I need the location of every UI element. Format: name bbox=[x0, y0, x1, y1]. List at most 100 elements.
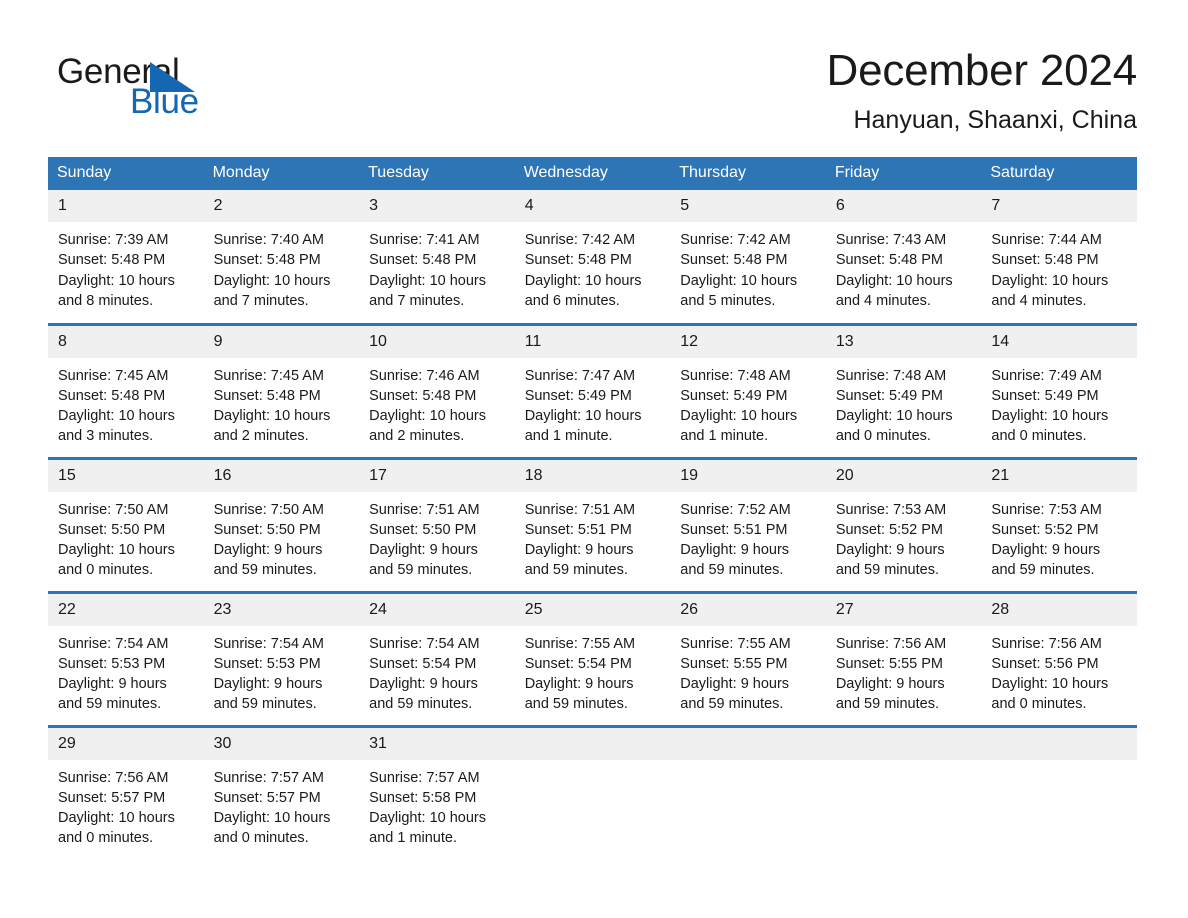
day-cell[interactable]: 20 Sunrise: 7:53 AM Sunset: 5:52 PM Dayligh… bbox=[825, 456, 982, 592]
daylight-text-line1: Daylight: 10 hours bbox=[369, 408, 486, 425]
day-info: Sunrise: 7:56 AM Sunset: 5:56 PM Daylight:… bbox=[981, 626, 1137, 715]
day-info: Sunrise: 7:50 AM Sunset: 5:50 PM Daylight:… bbox=[204, 492, 360, 581]
sunset-text: Sunset: 5:57 PM bbox=[58, 789, 166, 806]
day-info: Sunrise: 7:46 AM Sunset: 5:48 PM Daylight:… bbox=[359, 358, 515, 447]
day-number bbox=[670, 727, 826, 760]
sunrise-text: Sunrise: 7:42 AM bbox=[524, 232, 636, 248]
day-number: 4 bbox=[514, 190, 671, 222]
day-cell[interactable]: 25 Sunrise: 7:55 AM Sunset: 5:54 PM Dayligh… bbox=[514, 590, 671, 726]
day-info: Sunrise: 7:51 AM Sunset: 5:50 PM Daylight:… bbox=[359, 492, 515, 581]
weekday-header-saturday: Saturday bbox=[981, 157, 1137, 190]
sunrise-text: Sunrise: 7:54 AM bbox=[213, 635, 324, 652]
day-number: 11 bbox=[514, 325, 671, 358]
sunset-text: Sunset: 5:48 PM bbox=[213, 252, 321, 269]
sunrise-text: Sunrise: 7:54 AM bbox=[369, 635, 480, 652]
day-cell[interactable]: 6 Sunrise: 7:43 AM Sunset: 5:48 PM Daylight… bbox=[825, 190, 982, 324]
daylight-text-line2: and 2 minutes. bbox=[213, 428, 309, 445]
day-cell[interactable]: 9 Sunrise: 7:45 AM Sunset: 5:48 PM Daylight… bbox=[203, 322, 360, 458]
daylight-text-line1: Daylight: 10 hours bbox=[835, 408, 953, 425]
daylight-text-line1: Daylight: 10 hours bbox=[213, 408, 331, 425]
day-cell[interactable]: 4 Sunrise: 7:42 AM Sunset: 5:48 PM Daylight… bbox=[514, 190, 671, 324]
daylight-text-line2: and 0 minutes. bbox=[58, 830, 154, 847]
day-info bbox=[981, 760, 1137, 768]
day-number: 25 bbox=[514, 593, 671, 626]
day-cell[interactable]: 16 Sunrise: 7:50 AM Sunset: 5:50 PM Dayligh… bbox=[203, 456, 360, 592]
day-cell[interactable]: 31 Sunrise: 7:57 AM Sunset: 5:58 PM Dayligh… bbox=[359, 724, 515, 860]
daylight-text-line1: Daylight: 10 hours bbox=[58, 542, 175, 559]
sunset-text: Sunset: 5:51 PM bbox=[680, 521, 788, 538]
day-cell[interactable]: 1 Sunrise: 7:39 AM Sunset: 5:48 PM Daylight… bbox=[48, 190, 204, 324]
day-cell[interactable]: 5 Sunrise: 7:42 AM Sunset: 5:48 PM Daylight… bbox=[670, 190, 826, 324]
sunrise-text: Sunrise: 7:55 AM bbox=[524, 635, 636, 652]
day-cell[interactable]: 11 Sunrise: 7:47 AM Sunset: 5:49 PM Dayligh… bbox=[514, 322, 671, 458]
sunset-text: Sunset: 5:49 PM bbox=[835, 387, 944, 404]
sunrise-text: Sunrise: 7:40 AM bbox=[213, 232, 324, 248]
sunrise-text: Sunrise: 7:48 AM bbox=[835, 367, 947, 384]
day-cell[interactable]: 17 Sunrise: 7:51 AM Sunset: 5:50 PM Dayligh… bbox=[359, 456, 515, 592]
sunrise-text: Sunrise: 7:47 AM bbox=[524, 367, 636, 384]
sunset-text: Sunset: 5:54 PM bbox=[524, 655, 632, 672]
weekday-header-monday: Monday bbox=[203, 157, 360, 190]
sunset-text: Sunset: 5:49 PM bbox=[524, 387, 632, 404]
day-cell[interactable]: 13 Sunrise: 7:48 AM Sunset: 5:49 PM Dayligh… bbox=[825, 322, 982, 458]
daylight-text-line2: and 59 minutes. bbox=[835, 696, 939, 713]
daylight-text-line2: and 59 minutes. bbox=[680, 696, 784, 713]
day-cell[interactable]: 26 Sunrise: 7:55 AM Sunset: 5:55 PM Dayligh… bbox=[670, 590, 826, 726]
day-info: Sunrise: 7:52 AM Sunset: 5:51 PM Daylight:… bbox=[670, 492, 826, 581]
day-cell[interactable]: 23 Sunrise: 7:54 AM Sunset: 5:53 PM Dayligh… bbox=[203, 590, 360, 726]
day-number: 12 bbox=[670, 325, 826, 358]
calendar-table: Sunday Monday Tuesday Wednesday Thursday… bbox=[48, 157, 1137, 860]
day-cell[interactable]: 29 Sunrise: 7:56 AM Sunset: 5:57 PM Dayligh… bbox=[48, 724, 204, 860]
daylight-text-line1: Daylight: 9 hours bbox=[835, 676, 945, 693]
day-info: Sunrise: 7:55 AM Sunset: 5:55 PM Daylight:… bbox=[670, 626, 826, 715]
sunset-text: Sunset: 5:48 PM bbox=[369, 252, 477, 269]
day-cell[interactable]: 12 Sunrise: 7:48 AM Sunset: 5:49 PM Dayligh… bbox=[670, 322, 826, 458]
day-info: Sunrise: 7:51 AM Sunset: 5:51 PM Daylight:… bbox=[515, 492, 671, 581]
day-cell[interactable]: 10 Sunrise: 7:46 AM Sunset: 5:48 PM Dayligh… bbox=[359, 322, 515, 458]
sunset-text: Sunset: 5:50 PM bbox=[213, 521, 321, 538]
day-cell[interactable]: 3 Sunrise: 7:41 AM Sunset: 5:48 PM Daylight… bbox=[359, 190, 515, 324]
daylight-text-line1: Daylight: 9 hours bbox=[213, 676, 323, 693]
day-cell-empty bbox=[514, 724, 671, 860]
day-cell[interactable]: 28 Sunrise: 7:56 AM Sunset: 5:56 PM Dayligh… bbox=[981, 590, 1137, 726]
day-number: 21 bbox=[981, 459, 1137, 492]
day-cell[interactable]: 18 Sunrise: 7:51 AM Sunset: 5:51 PM Dayligh… bbox=[514, 456, 671, 592]
daylight-text-line2: and 59 minutes. bbox=[58, 696, 162, 713]
daylight-text-line2: and 4 minutes. bbox=[835, 292, 931, 309]
day-cell[interactable]: 15 Sunrise: 7:50 AM Sunset: 5:50 PM Dayligh… bbox=[48, 456, 204, 592]
day-cell[interactable]: 24 Sunrise: 7:54 AM Sunset: 5:54 PM Dayligh… bbox=[359, 590, 515, 726]
day-info: Sunrise: 7:42 AM Sunset: 5:48 PM Daylight:… bbox=[515, 222, 671, 311]
calendar-week-row: 29 Sunrise: 7:56 AM Sunset: 5:57 PM Dayligh… bbox=[48, 724, 1137, 860]
daylight-text-line1: Daylight: 10 hours bbox=[835, 272, 953, 289]
day-cell[interactable]: 27 Sunrise: 7:56 AM Sunset: 5:55 PM Dayligh… bbox=[825, 590, 982, 726]
daylight-text-line2: and 6 minutes. bbox=[524, 292, 620, 309]
daylight-text-line2: and 5 minutes. bbox=[680, 292, 776, 309]
day-number: 2 bbox=[203, 190, 360, 222]
day-info: Sunrise: 7:47 AM Sunset: 5:49 PM Daylight:… bbox=[515, 358, 671, 447]
daylight-text-line2: and 59 minutes. bbox=[680, 562, 784, 579]
day-cell[interactable]: 14 Sunrise: 7:49 AM Sunset: 5:49 PM Dayligh… bbox=[981, 322, 1137, 458]
daylight-text-line2: and 7 minutes. bbox=[369, 292, 465, 309]
day-cell[interactable]: 30 Sunrise: 7:57 AM Sunset: 5:57 PM Dayligh… bbox=[203, 724, 360, 860]
day-cell[interactable]: 8 Sunrise: 7:45 AM Sunset: 5:48 PM Daylight… bbox=[48, 322, 204, 458]
day-cell[interactable]: 7 Sunrise: 7:44 AM Sunset: 5:48 PM Daylight… bbox=[981, 190, 1137, 324]
day-cell[interactable]: 19 Sunrise: 7:52 AM Sunset: 5:51 PM Dayligh… bbox=[670, 456, 826, 592]
sunrise-text: Sunrise: 7:51 AM bbox=[369, 501, 480, 518]
day-info: Sunrise: 7:57 AM Sunset: 5:58 PM Daylight:… bbox=[359, 760, 515, 849]
sunrise-text: Sunrise: 7:46 AM bbox=[369, 367, 480, 384]
day-info: Sunrise: 7:40 AM Sunset: 5:48 PM Daylight:… bbox=[204, 222, 360, 311]
calendar-header-row: Sunday Monday Tuesday Wednesday Thursday… bbox=[48, 157, 1137, 190]
daylight-text-line2: and 4 minutes. bbox=[991, 292, 1087, 309]
daylight-text-line1: Daylight: 9 hours bbox=[835, 542, 945, 559]
daylight-text-line1: Daylight: 10 hours bbox=[991, 272, 1109, 289]
day-info: Sunrise: 7:44 AM Sunset: 5:48 PM Daylight:… bbox=[981, 222, 1137, 311]
day-cell[interactable]: 21 Sunrise: 7:53 AM Sunset: 5:52 PM Dayligh… bbox=[981, 456, 1137, 592]
general-blue-logo[interactable]: General Blue bbox=[57, 52, 257, 124]
day-cell[interactable]: 22 Sunrise: 7:54 AM Sunset: 5:53 PM Dayligh… bbox=[48, 590, 204, 726]
day-cell[interactable]: 2 Sunrise: 7:40 AM Sunset: 5:48 PM Daylight… bbox=[203, 190, 360, 324]
day-number: 26 bbox=[670, 593, 826, 626]
day-info: Sunrise: 7:53 AM Sunset: 5:52 PM Daylight:… bbox=[826, 492, 982, 581]
day-number: 31 bbox=[359, 727, 515, 760]
calendar-week-row: 22 Sunrise: 7:54 AM Sunset: 5:53 PM Dayligh… bbox=[48, 590, 1137, 726]
daylight-text-line2: and 59 minutes. bbox=[524, 562, 628, 579]
